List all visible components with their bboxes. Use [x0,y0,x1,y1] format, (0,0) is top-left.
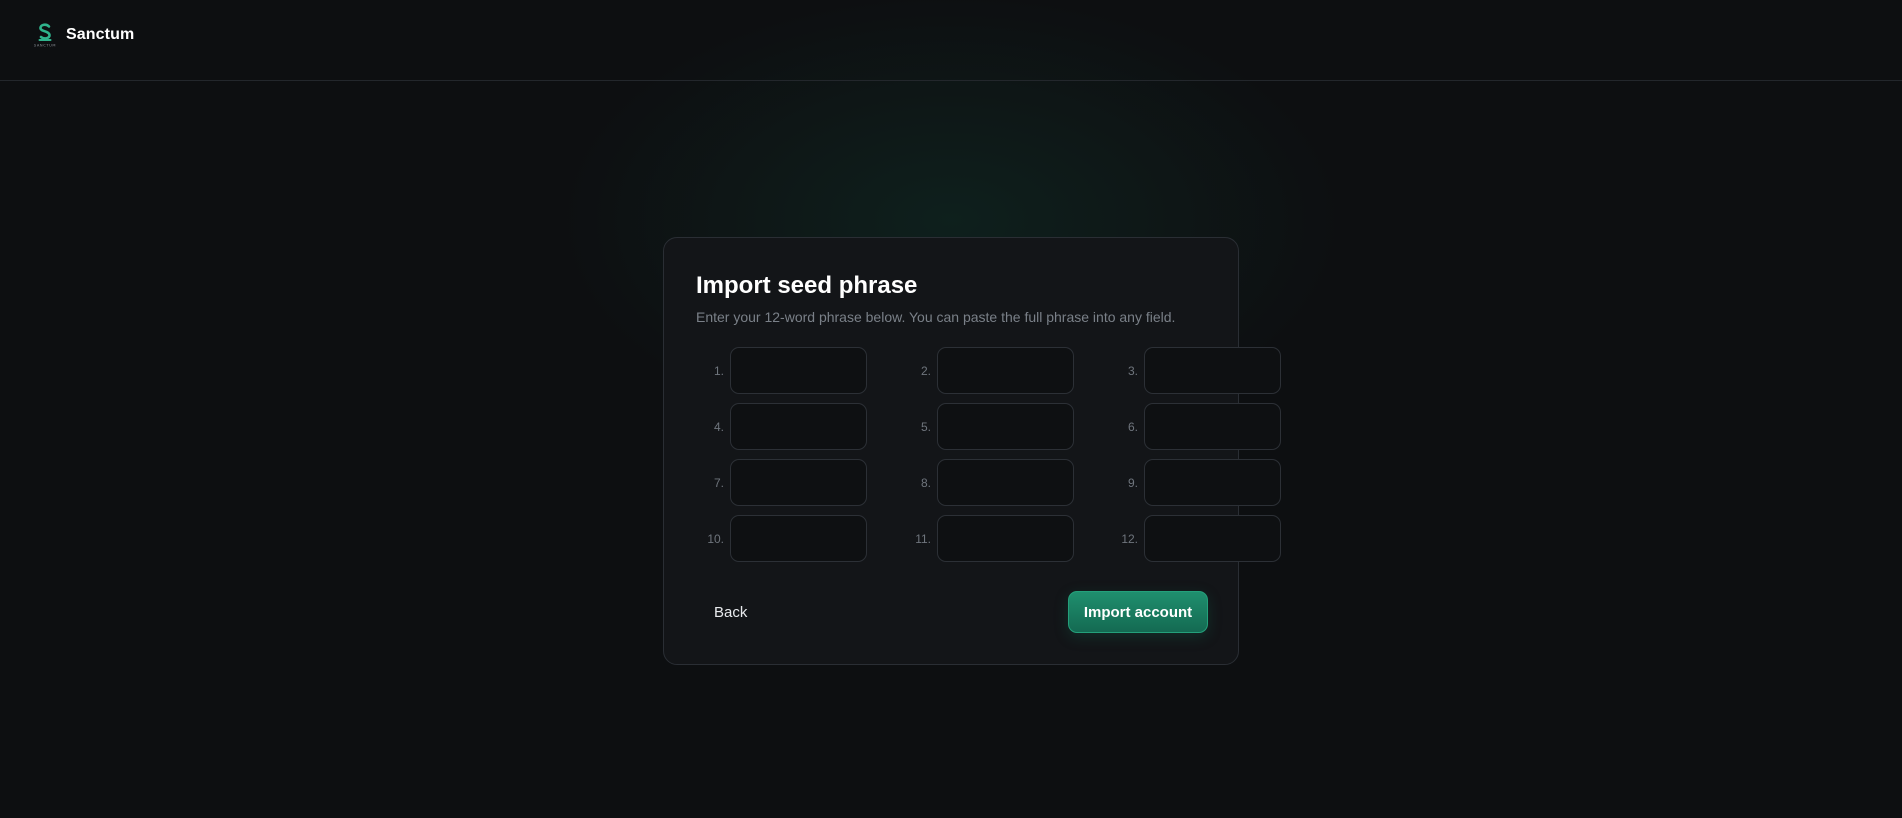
seed-word-number: 10. [707,531,724,546]
seed-word-input-11[interactable] [937,515,1074,562]
seed-word-input-8[interactable] [937,459,1074,506]
seed-word-number: 1. [713,363,724,378]
brand[interactable]: SANCTUM Sanctum [30,22,134,48]
seed-word-input-4[interactable] [730,403,867,450]
seed-word-number: 6. [1127,419,1138,434]
seed-word-input-9[interactable] [1144,459,1281,506]
seed-word-number: 7. [713,475,724,490]
seed-word-cell-11: 11. [903,515,1074,562]
seed-word-input-2[interactable] [937,347,1074,394]
seed-word-number: 5. [920,419,931,434]
page-title: Import seed phrase [696,272,918,299]
seed-word-cell-4: 4. [696,403,867,450]
seed-word-number: 4. [713,419,724,434]
seed-word-cell-7: 7. [696,459,867,506]
seed-word-input-1[interactable] [730,347,867,394]
seed-word-cell-9: 9. [1110,459,1281,506]
seed-word-input-5[interactable] [937,403,1074,450]
top-header: SANCTUM Sanctum [0,0,1902,81]
seed-word-number: 3. [1127,363,1138,378]
seed-word-input-6[interactable] [1144,403,1281,450]
import-seed-card: Import seed phrase Enter your 12-word ph… [663,237,1281,665]
seed-word-cell-12: 12. [1110,515,1281,562]
seed-word-cell-10: 10. [696,515,867,562]
seed-word-input-7[interactable] [730,459,867,506]
sanctum-logo-icon: SANCTUM [34,23,56,48]
seed-word-cell-3: 3. [1110,347,1281,394]
seed-word-cell-8: 8. [903,459,1074,506]
seed-word-input-10[interactable] [730,515,867,562]
seed-word-cell-1: 1. [696,347,867,394]
seed-word-number: 9. [1127,475,1138,490]
card-actions: Back Import account [696,591,1208,633]
seed-word-number: 2. [920,363,931,378]
seed-word-input-3[interactable] [1144,347,1281,394]
seed-word-input-12[interactable] [1144,515,1281,562]
seed-word-number: 8. [920,475,931,490]
import-account-button[interactable]: Import account [1068,591,1208,633]
brand-name: Sanctum [66,26,135,43]
back-button[interactable]: Back [696,594,765,631]
seed-word-cell-5: 5. [903,403,1074,450]
seed-word-number: 12. [1121,531,1138,546]
logo-wordmark: SANCTUM [34,44,56,48]
seed-word-cell-2: 2. [903,347,1074,394]
seed-word-number: 11. [915,531,931,546]
seed-word-grid: 1. 2. 3. 4. 5. 6. 7. 8. 9. 10. 11. 12. [696,347,1281,562]
page-subtitle: Enter your 12-word phrase below. You can… [696,309,1176,325]
seed-word-cell-6: 6. [1110,403,1281,450]
